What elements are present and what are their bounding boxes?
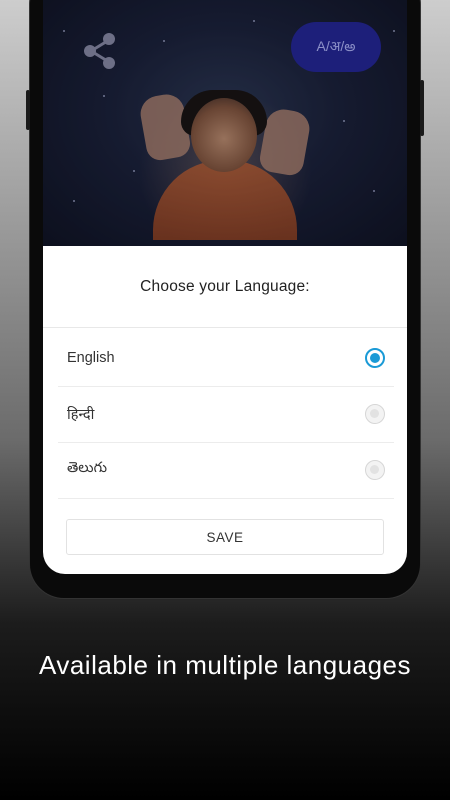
language-option-english[interactable]: English xyxy=(58,330,394,387)
phone-side-button xyxy=(26,90,30,130)
share-icon[interactable] xyxy=(77,28,123,74)
radio-button-selected[interactable] xyxy=(365,348,385,368)
divider xyxy=(43,327,407,328)
radio-button[interactable] xyxy=(365,460,385,480)
language-toggle-button[interactable]: A/अ/అ xyxy=(291,22,381,72)
language-option-telugu[interactable]: తెలుగు xyxy=(58,442,394,499)
app-screen: A/अ/అ Choose your Language: English हिन्… xyxy=(43,0,407,574)
save-button[interactable]: SAVE xyxy=(66,519,384,555)
radio-button[interactable] xyxy=(365,404,385,424)
phone-side-button xyxy=(420,80,424,136)
header-banner: A/अ/అ xyxy=(43,0,407,246)
option-label: हिन्दी xyxy=(67,407,95,423)
language-option-hindi[interactable]: हिन्दी xyxy=(58,386,394,443)
option-label: తెలుగు xyxy=(67,460,108,476)
option-label: English xyxy=(67,350,115,366)
promo-caption: Available in multiple languages xyxy=(38,650,412,680)
dialog-title: Choose your Language: xyxy=(140,278,310,295)
